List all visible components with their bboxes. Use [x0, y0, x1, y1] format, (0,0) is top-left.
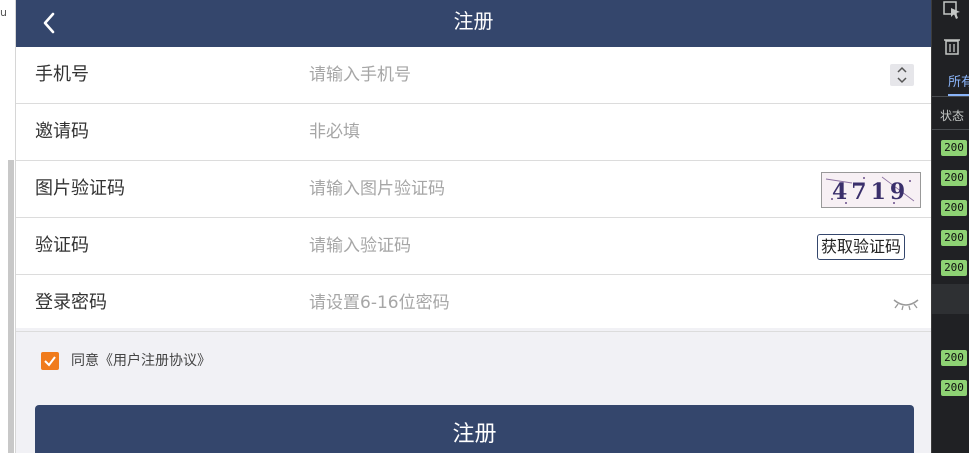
invite-row: 邀请码	[16, 104, 931, 161]
sms-code-input[interactable]	[309, 232, 789, 260]
phone-input[interactable]	[309, 61, 789, 89]
password-row: 登录密码	[16, 275, 931, 332]
inspect-element-icon[interactable]	[942, 0, 962, 20]
image-captcha-row: 图片验证码 4719	[16, 161, 931, 218]
devtools-panel: 所有 状态 200 200 200 200 200 200 200	[931, 0, 969, 453]
clear-trash-icon[interactable]	[942, 36, 962, 56]
phone-label: 手机号	[35, 64, 89, 85]
svg-text:4719: 4719	[832, 179, 909, 205]
password-label: 登录密码	[35, 292, 107, 313]
page-title: 注册	[453, 9, 494, 33]
agreement-checkbox[interactable]	[41, 352, 59, 370]
agreement-link[interactable]: 同意《用户注册协议》	[71, 352, 291, 370]
status-badge[interactable]: 200	[941, 350, 967, 366]
devtools-divider	[932, 129, 969, 130]
image-captcha-input[interactable]	[309, 175, 789, 203]
register-form: 手机号 邀请码 图片验证码	[16, 47, 931, 332]
status-badge[interactable]: 200	[941, 200, 967, 216]
checkmark-icon	[44, 356, 56, 367]
eye-closed-icon	[893, 299, 919, 311]
password-input[interactable]	[309, 289, 789, 317]
register-page: 注册 手机号 邀请码 图片验证码	[16, 0, 931, 453]
status-badge[interactable]: 200	[941, 140, 967, 156]
left-scrollbar[interactable]	[8, 160, 14, 453]
header-bar: 注册	[16, 0, 931, 47]
password-visibility-toggle[interactable]	[892, 294, 920, 312]
status-badge[interactable]: 200	[941, 230, 967, 246]
selected-request-row[interactable]	[932, 284, 969, 314]
register-submit-button[interactable]: 注册	[35, 405, 914, 453]
tab-all[interactable]: 所有	[948, 72, 969, 96]
left-edge-text: u	[0, 6, 7, 19]
get-code-button[interactable]: 获取验证码	[817, 234, 906, 260]
number-spinner[interactable]	[890, 64, 914, 86]
captcha-graphic: 4719	[825, 176, 915, 205]
status-badge[interactable]: 200	[941, 380, 967, 396]
back-button[interactable]	[38, 9, 62, 37]
spinner-arrows-icon	[897, 66, 907, 84]
devtools-divider	[932, 96, 969, 97]
invite-input[interactable]	[309, 118, 789, 146]
sms-code-row: 验证码 获取验证码	[16, 218, 931, 275]
chevron-left-icon	[43, 12, 55, 34]
phone-row: 手机号	[16, 47, 931, 104]
status-badge[interactable]: 200	[941, 170, 967, 186]
sms-code-label: 验证码	[35, 235, 89, 256]
captcha-image[interactable]: 4719	[821, 172, 921, 208]
invite-label: 邀请码	[35, 121, 89, 142]
status-badge[interactable]: 200	[941, 260, 967, 276]
image-captcha-label: 图片验证码	[35, 178, 125, 199]
browser-left-edge: u	[0, 0, 16, 453]
status-column-header[interactable]: 状态	[940, 107, 964, 124]
